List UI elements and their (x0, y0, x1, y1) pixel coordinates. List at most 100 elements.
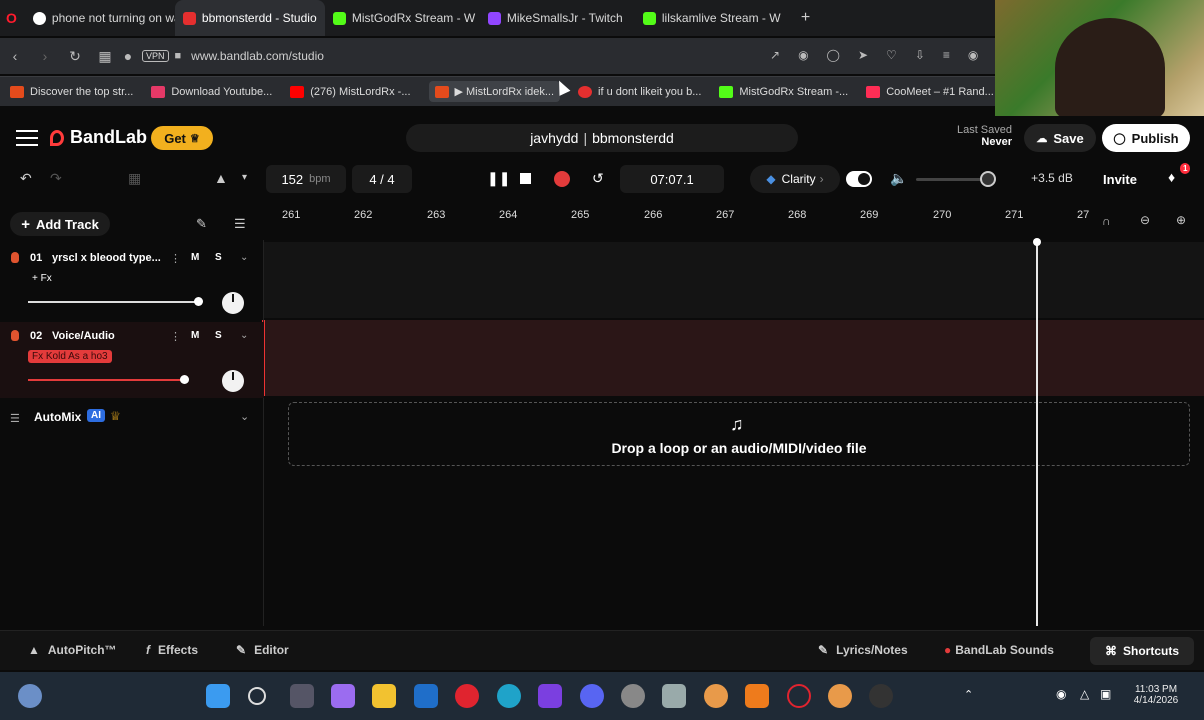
opera-gx-icon[interactable] (787, 684, 811, 708)
heart-icon[interactable]: ♡ (886, 48, 897, 62)
mute-button[interactable]: M (191, 330, 199, 341)
camera-icon[interactable]: ◉ (798, 48, 808, 62)
add-fx-button[interactable]: + Fx (28, 272, 56, 285)
speaker-mute-icon[interactable]: 🔈 (890, 170, 907, 187)
volume-handle[interactable] (194, 297, 203, 306)
solo-button[interactable]: S (215, 330, 222, 341)
record-icon[interactable] (554, 171, 570, 187)
clarity-toggle[interactable] (846, 171, 872, 187)
browser-tab[interactable]: phone not turning on wat (25, 0, 175, 36)
share-icon[interactable]: ↗ (770, 48, 780, 62)
timeline-ruler[interactable]: 261 262 263 264 265 266 267 268 269 270 … (264, 204, 1204, 240)
effects-button[interactable]: f Effects (146, 643, 198, 657)
tempo-display[interactable]: 152 bpm (266, 165, 346, 193)
pan-knob[interactable] (222, 292, 244, 314)
autopitch-button[interactable]: ▲ AutoPitch™ (28, 643, 117, 657)
pause-icon[interactable]: ❚❚ (487, 170, 510, 187)
bookmark-item[interactable]: MistGodRx Stream -... (719, 85, 848, 98)
volume-slider-handle[interactable] (980, 171, 996, 187)
publish-button[interactable]: ◯ Publish (1102, 124, 1190, 152)
metronome-icon[interactable]: ▲ (214, 170, 228, 186)
browser-tab[interactable]: MikeSmallsJr - Twitch (480, 0, 635, 36)
media-player-icon[interactable] (869, 684, 893, 708)
track-lane-1[interactable] (264, 242, 1204, 318)
clarity-button[interactable]: ◆ Clarity › (750, 165, 840, 193)
new-tab-button[interactable]: + (801, 9, 810, 27)
chevron-down-icon[interactable]: ⌄ (240, 410, 249, 423)
discord-icon[interactable] (580, 684, 604, 708)
bookmark-item[interactable]: CooMeet – #1 Rand... (866, 85, 994, 98)
fx-preset-badge[interactable]: Fx Kold As a ho3 (28, 350, 112, 363)
shortcuts-button[interactable]: ⌘ Shortcuts (1090, 637, 1194, 665)
video-editor-icon[interactable] (538, 684, 562, 708)
magnet-icon[interactable]: ∩ (1102, 214, 1111, 228)
url-text[interactable]: www.bandlab.com/studio (191, 49, 324, 63)
editor-button[interactable]: ✎ Editor (236, 643, 289, 657)
shield-icon[interactable]: ◯ (827, 48, 840, 62)
more-icon[interactable]: ⋮ (170, 330, 181, 343)
windows-start-icon[interactable] (206, 684, 230, 708)
profile-icon[interactable]: ◉ (968, 48, 978, 62)
track-name[interactable]: yrscl x bleood type... (52, 252, 168, 264)
bookmark-item[interactable]: Discover the top str... (10, 85, 133, 98)
search-icon[interactable] (248, 687, 266, 705)
weather-icon[interactable] (18, 684, 42, 708)
zoom-out-icon[interactable]: ⊖ (1140, 213, 1150, 227)
bookmark-item[interactable]: (276) MistLordRx -... (290, 85, 411, 98)
track-header-2[interactable]: 02 Voice/Audio ⋮ M S ⌄ Fx Kold As a ho3 (0, 322, 264, 398)
task-view-icon[interactable] (290, 684, 314, 708)
app-icon[interactable] (704, 684, 728, 708)
time-signature[interactable]: 4 / 4 (352, 165, 412, 193)
taskbar-clock[interactable]: 11:03 PM 4/14/2026 (1126, 684, 1186, 706)
track-volume-slider[interactable] (28, 297, 203, 306)
mute-button[interactable]: M (191, 252, 199, 263)
track-volume-slider[interactable] (28, 375, 189, 384)
playhead-handle[interactable] (1033, 238, 1041, 246)
browser-tab-active[interactable]: bbmonsterdd - Studio (174, 0, 325, 36)
zoom-in-icon[interactable]: ⊕ (1176, 213, 1186, 227)
battery-icon[interactable]: ▣ (1100, 687, 1111, 701)
bookmark-item[interactable]: Download Youtube... (151, 85, 272, 98)
undo-icon[interactable]: ↶ (20, 170, 32, 187)
project-title[interactable]: javhydd | bbmonsterdd (406, 124, 798, 152)
vpn-badge[interactable]: VPN (142, 50, 169, 62)
chevron-down-icon[interactable]: ▾ (242, 172, 247, 183)
bandlab-logo[interactable]: BandLab (50, 127, 147, 148)
keyboard-icon[interactable]: ▦ (128, 170, 141, 187)
opera-icon[interactable]: O (6, 10, 17, 26)
playhead[interactable] (1033, 238, 1041, 626)
pan-knob[interactable] (222, 370, 244, 392)
bookmark-item[interactable]: ▶ MistLordRx idek... (428, 81, 561, 102)
master-volume-slider[interactable] (916, 171, 996, 187)
volume-icon[interactable]: △ (1080, 687, 1089, 701)
mic-icon[interactable]: ● (120, 48, 136, 64)
automix-label[interactable]: AutoMix (34, 410, 81, 424)
app-icon[interactable] (745, 684, 769, 708)
bell-icon[interactable]: ♦ 1 (1168, 163, 1191, 185)
back-icon[interactable]: ‹ (0, 48, 30, 64)
stop-icon[interactable] (520, 173, 531, 184)
save-button[interactable]: ☁ Save (1024, 124, 1096, 152)
forward-icon[interactable]: › (30, 48, 60, 64)
track-name[interactable]: Voice/Audio (52, 330, 168, 342)
hamburger-menu-icon[interactable] (16, 130, 38, 151)
invite-button[interactable]: Invite (1094, 165, 1146, 193)
chevron-down-icon[interactable]: ⌄ (240, 330, 248, 341)
edge-icon[interactable] (497, 684, 521, 708)
bandlab-sounds-button[interactable]: ● BandLab Sounds (944, 643, 1054, 657)
browser-tab[interactable]: lilskamlive Stream - W (635, 0, 795, 36)
camera-app-icon[interactable] (662, 684, 686, 708)
chevron-down-icon[interactable]: ⌄ (240, 252, 248, 263)
download-icon[interactable]: ⇩ (915, 48, 925, 62)
opera-taskbar-icon[interactable] (455, 684, 479, 708)
pencil-icon[interactable]: ✎ (196, 216, 207, 232)
sidebar-icon[interactable]: ▦ (90, 48, 120, 65)
network-icon[interactable]: ◉ (1056, 687, 1066, 701)
settings-icon[interactable] (621, 684, 645, 708)
outlook-icon[interactable] (414, 684, 438, 708)
track-lane-2[interactable] (264, 320, 1204, 396)
add-track-button[interactable]: + Add Track (10, 212, 110, 236)
menu-icon[interactable]: ≡ (943, 48, 950, 62)
send-icon[interactable]: ➤ (858, 48, 868, 62)
chevron-up-icon[interactable]: ⌃ (964, 688, 973, 701)
